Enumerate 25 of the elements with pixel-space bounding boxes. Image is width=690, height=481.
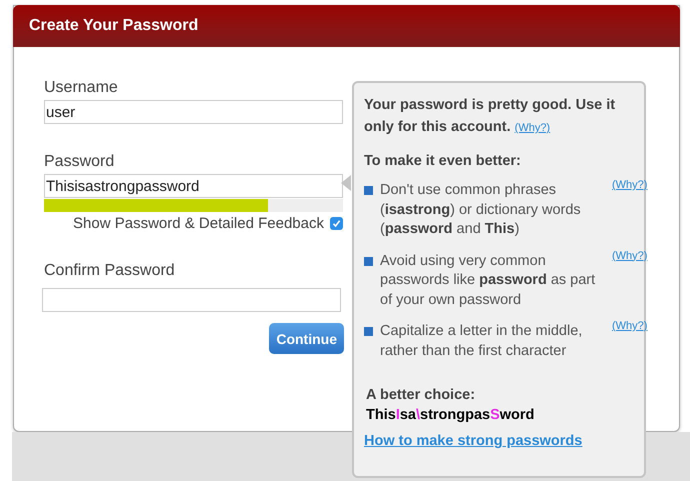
bullet-icon bbox=[364, 256, 373, 266]
bullet-icon bbox=[364, 327, 373, 336]
username-field[interactable]: user bbox=[44, 100, 343, 124]
summary-text: Your password is pretty good. Use it only for this account. (Why?) bbox=[364, 96, 616, 137]
field-label: Confirm Password bbox=[44, 262, 176, 280]
checkbox-label: Show Password & Detailed Feedback bbox=[73, 215, 324, 232]
tip-text: Avoid using very common passwords like password as part of your own password bbox=[380, 252, 596, 310]
suggested-password: ThisIsa\strongpasSword bbox=[366, 407, 536, 423]
help-link[interactable]: How to make strong passwords bbox=[364, 433, 634, 449]
tip-text: Capitalize a letter in the middle, rather than the first character bbox=[380, 322, 584, 360]
better-choice-label: A better choice: bbox=[366, 387, 476, 403]
bullet-icon bbox=[364, 186, 373, 195]
field-label: Password bbox=[44, 153, 116, 171]
field-label: Username bbox=[44, 79, 119, 97]
tip-text: Don't use common phrases (isastrong) or dictionary words (password and This) bbox=[380, 181, 582, 239]
why-link[interactable]: (Why?) bbox=[514, 122, 550, 134]
confirm-password-field[interactable] bbox=[42, 288, 341, 312]
why-link[interactable]: (Why?) bbox=[612, 320, 648, 332]
subheading: To make it even better: bbox=[364, 153, 522, 169]
password-field[interactable]: Thisisastrongpassword bbox=[44, 174, 343, 198]
why-link[interactable]: (Why?) bbox=[612, 179, 648, 191]
continue-button[interactable]: Continue bbox=[269, 323, 344, 354]
feedback-checkbox[interactable] bbox=[330, 217, 343, 230]
window-title: Create Your Password bbox=[29, 17, 198, 35]
why-link[interactable]: (Why?) bbox=[612, 250, 648, 262]
